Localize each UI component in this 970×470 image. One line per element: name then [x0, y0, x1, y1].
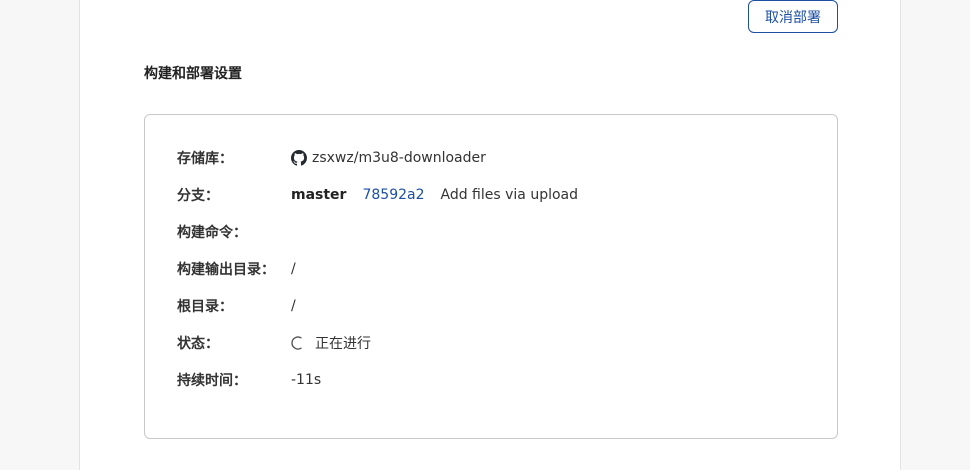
commit-message: Add files via upload — [440, 187, 579, 203]
branch-label: 分支： — [177, 188, 219, 204]
root-dir-row: 根目录： / — [177, 295, 807, 317]
build-settings-card: 存储库： zsxwz/m3u8-downloader 分支： master 78… — [144, 114, 838, 439]
branch-row: 分支： master 78592a2 Add files via upload — [177, 184, 807, 206]
build-command-label: 构建命令： — [177, 225, 247, 241]
duration-row: 持续时间： -11s — [177, 369, 807, 391]
commit-hash-link[interactable]: 78592a2 — [362, 187, 424, 203]
spinner-icon — [291, 336, 305, 350]
branch-value: master 78592a2 Add files via upload — [291, 187, 578, 203]
repo-value: zsxwz/m3u8-downloader — [291, 150, 486, 166]
status-text: 正在进行 — [315, 336, 371, 352]
duration-value: -11s — [291, 372, 322, 388]
cancel-deploy-button[interactable]: 取消部署 — [748, 0, 838, 33]
repo-label: 存储库： — [177, 151, 233, 167]
output-dir-label: 构建输出目录： — [177, 262, 275, 278]
output-dir-value: / — [291, 261, 296, 277]
repo-name[interactable]: zsxwz/m3u8-downloader — [312, 150, 486, 166]
repo-row: 存储库： zsxwz/m3u8-downloader — [177, 147, 807, 169]
duration-label: 持续时间： — [177, 373, 247, 389]
build-command-row: 构建命令： — [177, 221, 807, 243]
status-value: 正在进行 — [291, 333, 371, 353]
root-dir-label: 根目录： — [177, 299, 233, 315]
github-icon — [291, 150, 307, 166]
status-label: 状态： — [177, 336, 219, 352]
root-dir-value: / — [291, 298, 296, 314]
section-title: 构建和部署设置 — [144, 66, 242, 82]
output-dir-row: 构建输出目录： / — [177, 258, 807, 280]
deployment-panel: 取消部署 构建和部署设置 存储库： zsxwz/m3u8-downloader … — [79, 0, 901, 470]
branch-name: master — [291, 187, 347, 203]
status-row: 状态： 正在进行 — [177, 332, 807, 354]
